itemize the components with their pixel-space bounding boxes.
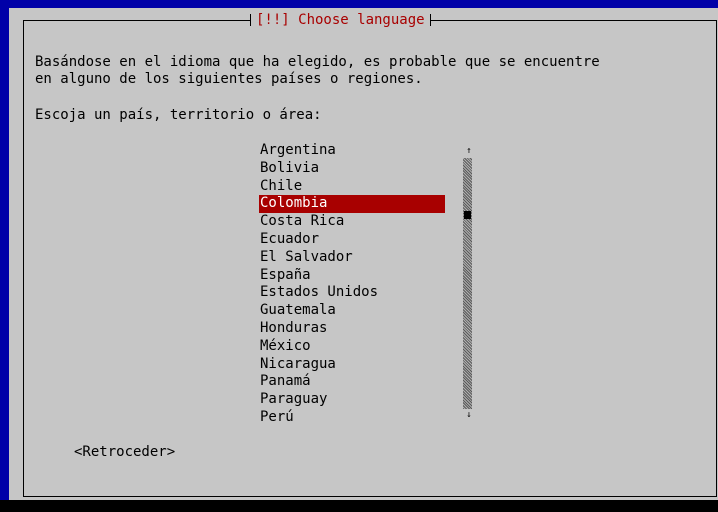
country-item[interactable]: Estados Unidos [259, 284, 445, 302]
scroll-up-arrow-icon[interactable]: ↑ [463, 146, 475, 156]
country-item[interactable]: Costa Rica [259, 213, 445, 231]
country-item[interactable]: Guatemala [259, 302, 445, 320]
country-item[interactable]: El Salvador [259, 249, 445, 267]
country-item[interactable]: Ecuador [259, 231, 445, 249]
country-list[interactable]: Argentina Bolivia Chile Colombia Costa Rica E… [259, 142, 445, 427]
scroll-down-arrow-icon[interactable]: ↓ [463, 410, 475, 420]
country-item[interactable]: Argentina [259, 142, 445, 160]
country-item[interactable]: Perú [259, 409, 445, 427]
country-item[interactable]: Paraguay [259, 391, 445, 409]
country-prompt: Escoja un país, territorio o área: [35, 107, 322, 123]
scrollbar-track[interactable] [463, 158, 472, 409]
country-item[interactable]: Panamá [259, 373, 445, 391]
country-item[interactable]: España [259, 267, 445, 285]
description-line-1: Basándose en el idioma que ha elegido, e… [35, 54, 600, 70]
scrollbar-thumb[interactable] [464, 211, 471, 219]
country-item[interactable]: Bolivia [259, 160, 445, 178]
country-item[interactable]: México [259, 338, 445, 356]
language-dialog: [!!] Choose language Basándose en el idi… [9, 8, 718, 500]
country-item[interactable]: Nicaragua [259, 356, 445, 374]
description-line-2: en alguno de los siguientes países o reg… [35, 71, 423, 87]
country-item[interactable]: Chile [259, 178, 445, 196]
country-item[interactable]: Honduras [259, 320, 445, 338]
back-button[interactable]: <Retroceder> [74, 444, 175, 461]
screen-bottom-strip [0, 500, 718, 512]
dialog-title: [!!] Choose language [250, 8, 431, 32]
country-item[interactable]: Colombia [259, 195, 445, 214]
